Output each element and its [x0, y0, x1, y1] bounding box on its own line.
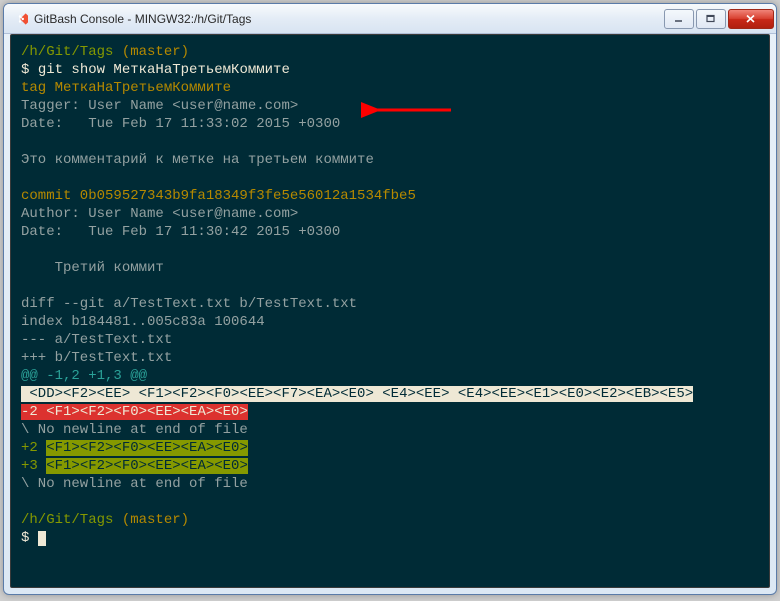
diff-addition-line-2: +3 <F1><F2><F0><EE><EA><E0>	[21, 457, 759, 475]
close-button[interactable]	[728, 9, 774, 29]
prompt-line-2: /h/Git/Tags (master)	[21, 511, 759, 529]
diff-header-1: diff --git a/TestText.txt b/TestText.txt	[21, 295, 759, 313]
diff-header-2: index b184481..005c83a 100644	[21, 313, 759, 331]
tag-header: tag МеткаНаТретьемКоммите	[21, 79, 759, 97]
no-newline-2: \ No newline at end of file	[21, 475, 759, 493]
diff-deletion-line: -2 <F1><F2><F0><EE><EA><E0>	[21, 403, 759, 421]
blank-line	[21, 277, 759, 295]
command-line: $ git show МеткаНаТретьемКоммите	[21, 61, 759, 79]
minimize-button[interactable]	[664, 9, 694, 29]
diff-header-3: --- a/TestText.txt	[21, 331, 759, 349]
window-controls	[662, 9, 774, 29]
diff-addition-line-1: +2 <F1><F2><F0><EE><EA><E0>	[21, 439, 759, 457]
window-title: GitBash Console - MINGW32:/h/Git/Tags	[34, 12, 662, 26]
tag-date-line: Date: Tue Feb 17 11:33:02 2015 +0300	[21, 115, 759, 133]
diff-context-line: <DD><F2><EE> <F1><F2><F0><EE><F7><EA><E0…	[21, 385, 759, 403]
tagger-line: Tagger: User Name <user@name.com>	[21, 97, 759, 115]
commit-line: commit 0b059527343b9fa18349f3fe5e56012a1…	[21, 187, 759, 205]
tag-message: Это комментарий к метке на третьем комми…	[21, 151, 759, 169]
commit-message: Третий коммит	[21, 259, 759, 277]
blank-line	[21, 493, 759, 511]
titlebar[interactable]: GitBash Console - MINGW32:/h/Git/Tags	[4, 4, 776, 34]
diff-header-4: +++ b/TestText.txt	[21, 349, 759, 367]
author-line: Author: User Name <user@name.com>	[21, 205, 759, 223]
commit-date-line: Date: Tue Feb 17 11:30:42 2015 +0300	[21, 223, 759, 241]
command-line-2: $	[21, 529, 759, 547]
blank-line	[21, 241, 759, 259]
blank-line	[21, 169, 759, 187]
terminal[interactable]: /h/Git/Tags (master) $ git show МеткаНаТ…	[10, 34, 770, 588]
diff-hunk: @@ -1,2 +1,3 @@	[21, 367, 759, 385]
cursor	[38, 531, 46, 546]
prompt-line: /h/Git/Tags (master)	[21, 43, 759, 61]
maximize-button[interactable]	[696, 9, 726, 29]
blank-line	[21, 133, 759, 151]
no-newline-1: \ No newline at end of file	[21, 421, 759, 439]
gitbash-icon	[12, 11, 28, 27]
app-window: GitBash Console - MINGW32:/h/Git/Tags /h…	[3, 3, 777, 595]
